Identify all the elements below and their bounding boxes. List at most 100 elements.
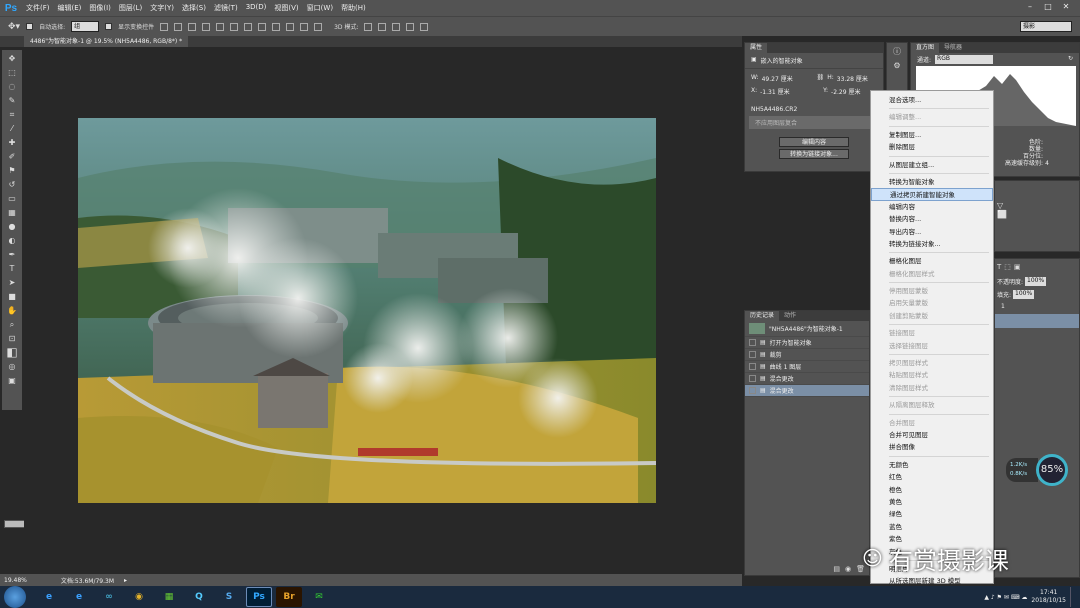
3d-pan-icon[interactable]	[392, 22, 401, 31]
align-bottom-icon[interactable]	[188, 22, 197, 31]
x-value[interactable]: -1.31 厘米	[760, 87, 820, 96]
move-tool-icon[interactable]: ✥	[5, 53, 19, 64]
context-menu-item[interactable]: 栅格化图层	[871, 255, 993, 267]
snapshot-camera-icon[interactable]: ◉	[845, 565, 851, 573]
refresh-icon[interactable]: ↻	[1068, 55, 1073, 64]
auto-select-dropdown[interactable]: 组	[71, 21, 100, 32]
path-select-tool-icon[interactable]: ➤	[5, 277, 19, 288]
close-button[interactable]: ✕	[1060, 2, 1072, 12]
link-icon[interactable]: ⛓	[817, 74, 825, 83]
show-transform-checkbox[interactable]	[105, 23, 113, 30]
quick-select-tool-icon[interactable]: ✎	[5, 95, 19, 106]
context-menu-item[interactable]: 转换为链接对象...	[871, 238, 993, 250]
context-menu-item[interactable]: 编辑内容	[871, 201, 993, 213]
align-hcenter-icon[interactable]	[216, 22, 225, 31]
history-item[interactable]: ▤ 混合更改	[745, 385, 869, 397]
layer-comp-dropdown[interactable]: 不应用图层复合	[749, 116, 879, 129]
context-menu-item[interactable]: 通过拷贝新建智能对象	[871, 188, 993, 201]
context-menu-item[interactable]: 黄色	[871, 496, 993, 508]
y-value[interactable]: -2.29 厘米	[831, 87, 860, 96]
context-menu-item[interactable]: 绿色	[871, 508, 993, 520]
ie-alt-icon[interactable]: e	[66, 587, 92, 607]
layer-row-selected[interactable]	[995, 314, 1079, 328]
clock[interactable]: 17:41 2018/10/15	[1031, 589, 1066, 605]
healing-brush-tool-icon[interactable]: ✚	[5, 137, 19, 148]
opacity-value[interactable]: 100%	[1025, 277, 1047, 286]
quick-mask-icon[interactable]: ◎	[5, 361, 19, 372]
menu-2[interactable]: 图像(I)	[85, 3, 115, 13]
menu-3[interactable]: 图层(L)	[115, 3, 146, 13]
fill-value[interactable]: 100%	[1013, 290, 1035, 299]
context-menu-item[interactable]: 替换内容...	[871, 213, 993, 225]
info-icon[interactable]: ⓘ	[890, 46, 904, 57]
3d-roll-icon[interactable]	[378, 22, 387, 31]
start-button[interactable]	[4, 586, 26, 608]
menu-9[interactable]: 窗口(W)	[303, 3, 337, 13]
context-menu-item[interactable]: 混合选项...	[871, 94, 993, 106]
align-vcenter-icon[interactable]	[174, 22, 183, 31]
history-brush-source-checkbox[interactable]	[749, 363, 756, 370]
context-menu-item[interactable]: 拼合图像	[871, 441, 993, 453]
menu-4[interactable]: 文字(Y)	[146, 3, 178, 13]
auto-select-checkbox[interactable]	[26, 23, 34, 30]
history-item[interactable]: ▤ 打开为智能对象	[745, 337, 869, 349]
history-brush-source-checkbox[interactable]	[749, 351, 756, 358]
context-menu-item[interactable]: 橙色	[871, 484, 993, 496]
convert-to-linked-button[interactable]: 转换为链接对象...	[779, 149, 849, 159]
history-brush-source-checkbox[interactable]	[749, 375, 756, 382]
context-menu-item[interactable]: 删除图层	[871, 141, 993, 153]
menu-7[interactable]: 3D(D)	[242, 3, 271, 13]
brush-tool-icon[interactable]: ✐	[5, 151, 19, 162]
memory-gauge[interactable]: 85%	[1036, 454, 1068, 486]
show-desktop-button[interactable]	[1070, 587, 1076, 607]
menu-8[interactable]: 视图(V)	[270, 3, 302, 13]
context-menu-item[interactable]: 从图层建立组...	[871, 159, 993, 171]
history-item[interactable]: ▤ 裁剪	[745, 349, 869, 361]
rectangle-tool-icon[interactable]: ■	[5, 291, 19, 302]
shape-filter-icon[interactable]: ⬚	[1004, 263, 1011, 271]
history-brush-tool-icon[interactable]: ↺	[5, 179, 19, 190]
align-top-icon[interactable]	[160, 22, 169, 31]
maximize-button[interactable]: □	[1042, 2, 1054, 12]
eyedropper-tool-icon[interactable]: ⁄	[5, 123, 19, 134]
context-menu-item[interactable]: 无颜色	[871, 459, 993, 471]
minimize-button[interactable]: –	[1024, 2, 1036, 12]
screen-mode-icon[interactable]: ▣	[5, 375, 19, 386]
smart-filter-icon[interactable]: ▣	[1014, 263, 1021, 271]
move-tool-icon[interactable]: ✥▾	[8, 22, 20, 32]
actions-tab[interactable]: 动作	[779, 311, 801, 321]
context-menu-item[interactable]: 合并可见图层	[871, 429, 993, 441]
adjust-icon[interactable]: ⚙	[890, 60, 904, 71]
ie-icon[interactable]: e	[36, 587, 62, 607]
lasso-tool-icon[interactable]: ◌	[5, 81, 19, 92]
distribute-hcenter-icon[interactable]	[300, 22, 309, 31]
menu-5[interactable]: 选择(S)	[178, 3, 210, 13]
document-tab[interactable]: 4486"为智能对象-1 @ 19.5% (NH5A4486, RGB/8*) …	[24, 36, 189, 47]
taskbar-bridge[interactable]: Br	[276, 587, 302, 607]
taskbar-photoshop[interactable]: Ps	[246, 587, 272, 607]
w-value[interactable]: 49.27 厘米	[762, 74, 814, 83]
gradient-tool-icon[interactable]: ▦	[5, 207, 19, 218]
edit-contents-button[interactable]: 编辑内容	[779, 137, 849, 147]
align-right-icon[interactable]	[230, 22, 239, 31]
history-brush-source-checkbox[interactable]	[749, 387, 756, 394]
type-tool-icon[interactable]: T	[5, 263, 19, 274]
histogram-tab[interactable]: 直方图	[911, 43, 940, 53]
navigator-tab[interactable]: 导航器	[939, 43, 967, 53]
hand-tool-icon[interactable]: ✋	[5, 305, 19, 316]
blur-tool-icon[interactable]: ●	[5, 221, 19, 232]
zoom-level[interactable]: 19.48%	[4, 577, 27, 584]
context-menu-item[interactable]: 导出内容...	[871, 226, 993, 238]
history-item[interactable]: ▤ 混合更改	[745, 373, 869, 385]
qq-browser-icon[interactable]: Q	[186, 587, 212, 607]
distribute-left-icon[interactable]	[286, 22, 295, 31]
type-filter-icon[interactable]: T	[997, 263, 1001, 271]
distribute-bottom-icon[interactable]	[272, 22, 281, 31]
context-menu-item[interactable]: 转换为智能对象	[871, 176, 993, 188]
wechat-taskbar-icon[interactable]: ✉	[306, 587, 332, 607]
distribute-top-icon[interactable]	[244, 22, 253, 31]
baidu-netdisk-icon[interactable]: ∞	[96, 587, 122, 607]
3d-slide-icon[interactable]	[406, 22, 415, 31]
dodge-tool-icon[interactable]: ◐	[5, 235, 19, 246]
workspace-dropdown[interactable]: 摄影	[1020, 21, 1072, 32]
